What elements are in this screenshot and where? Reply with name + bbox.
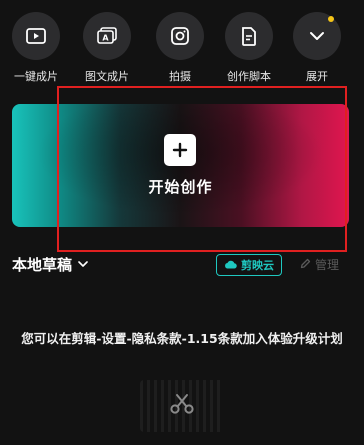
tool-label: 图文成片 [85, 70, 129, 83]
local-drafts-selector[interactable]: 本地草稿 [12, 254, 88, 275]
cloud-icon [224, 259, 237, 272]
tool-label: 创作脚本 [227, 70, 271, 83]
tool-label: 展开 [306, 70, 328, 83]
tool-label: 一键成片 [14, 70, 58, 83]
tool-expand[interactable]: 展开 [285, 12, 349, 88]
tool-one-click-video[interactable]: 一键成片 [4, 12, 68, 88]
svg-text:A: A [102, 34, 109, 43]
manage-button[interactable]: 管理 [300, 256, 339, 273]
play-video-icon [12, 12, 60, 60]
empty-drafts-message: 您可以在剪辑-设置-隐私条款-1.15条款加入体验升级计划 [21, 331, 343, 346]
edit-pencil-icon [300, 258, 311, 272]
chevron-down-icon [78, 261, 88, 268]
quick-tools-bar: 一键成片 A 图文成片 拍摄 创作脚本 展开 [0, 0, 364, 92]
scissors-icon [169, 393, 195, 419]
local-drafts-title: 本地草稿 [12, 256, 73, 274]
plus-icon [164, 134, 196, 166]
empty-state-illustration [140, 380, 224, 432]
tool-label: 拍摄 [169, 70, 191, 83]
jianying-cloud-button[interactable]: 剪映云 [216, 254, 282, 276]
script-doc-icon [225, 12, 273, 60]
text-to-video-icon: A [83, 12, 131, 60]
tool-shoot[interactable]: 拍摄 [148, 12, 212, 88]
cloud-button-label: 剪映云 [241, 259, 274, 272]
start-creating-label: 开始创作 [148, 178, 213, 196]
manage-label: 管理 [315, 258, 340, 272]
tool-image-text-video[interactable]: A 图文成片 [75, 12, 139, 88]
notification-dot [328, 16, 334, 22]
start-creating-button[interactable]: 开始创作 [12, 104, 349, 227]
tool-creative-script[interactable]: 创作脚本 [217, 12, 281, 88]
camera-icon [156, 12, 204, 60]
